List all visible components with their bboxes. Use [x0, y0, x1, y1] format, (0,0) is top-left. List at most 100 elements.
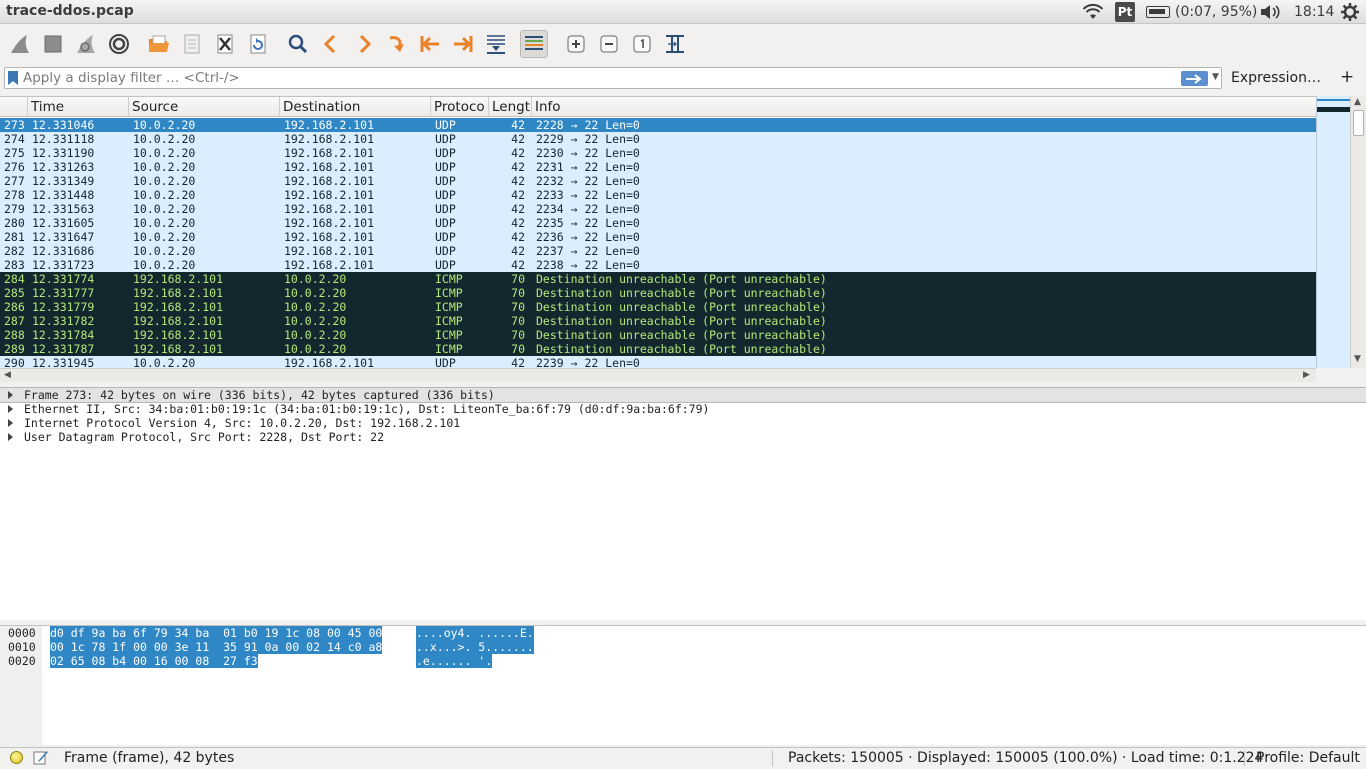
go-to-packet-icon[interactable] — [383, 30, 411, 58]
packet-row[interactable]: 289 12.331787 192.168.2.101 10.0.2.20 ICMP 70… — [0, 342, 1316, 356]
filter-bookmark-icon[interactable] — [8, 71, 18, 85]
column-header-no[interactable] — [0, 97, 28, 117]
status-selected-field: Frame (frame), 42 bytes — [64, 750, 235, 766]
first-packet-icon[interactable] — [416, 30, 444, 58]
restart-capture-icon[interactable] — [72, 30, 100, 58]
battery-text: (0:07, 95%) — [1175, 4, 1258, 20]
details-tree-item[interactable]: Ethernet II, Src: 34:ba:01:b0:19:1c (34:… — [0, 402, 1366, 416]
packet-details-pane[interactable]: Frame 273: 42 bytes on wire (336 bits), … — [0, 387, 1366, 620]
column-header-protocol[interactable]: Protoco — [431, 97, 489, 117]
open-file-folder-icon[interactable] — [145, 30, 173, 58]
bytes-hex[interactable]: d0 df 9a ba 6f 79 34 ba 01 b0 19 1c 08 0… — [50, 626, 383, 640]
packet-list-horizontal-scrollbar[interactable]: ◀ ▶ — [0, 368, 1316, 382]
packet-row[interactable]: 276 12.331263 10.0.2.20 192.168.2.101 UDP 42 2… — [0, 160, 1316, 174]
packet-cell-time: 12.331118 — [32, 132, 95, 146]
bytes-hex[interactable]: 00 1c 78 1f 00 00 3e 11 35 91 0a 00 02 1… — [50, 640, 383, 654]
expert-info-status-icon[interactable] — [10, 751, 23, 764]
column-header-info[interactable]: Info — [532, 97, 1316, 117]
details-tree-item[interactable]: Frame 273: 42 bytes on wire (336 bits), … — [0, 387, 1366, 403]
clock[interactable]: 18:14 — [1294, 0, 1334, 24]
packet-row[interactable]: 286 12.331779 192.168.2.101 10.0.2.20 ICMP 70… — [0, 300, 1316, 314]
start-capture-shark-fin-icon[interactable] — [6, 30, 34, 58]
stop-capture-icon[interactable] — [39, 30, 67, 58]
resize-columns-icon[interactable] — [661, 30, 689, 58]
column-header-source[interactable]: Source — [129, 97, 280, 117]
packet-cell-no: 285 — [4, 286, 25, 300]
find-packet-search-icon[interactable] — [284, 30, 312, 58]
packet-row[interactable]: 275 12.331190 10.0.2.20 192.168.2.101 UDP 42 2… — [0, 146, 1316, 160]
column-header-destination[interactable]: Destination — [280, 97, 431, 117]
details-tree-item[interactable]: User Datagram Protocol, Src Port: 2228, … — [0, 430, 1366, 444]
scroll-down-arrow-icon[interactable]: ▼ — [1354, 354, 1361, 364]
scroll-up-arrow-icon[interactable]: ▲ — [1354, 97, 1361, 107]
expand-triangle-icon[interactable] — [8, 405, 13, 413]
normal-size-icon[interactable] — [628, 30, 656, 58]
save-file-icon[interactable] — [178, 30, 206, 58]
expand-triangle-icon[interactable] — [8, 391, 13, 399]
packet-row[interactable]: 288 12.331784 192.168.2.101 10.0.2.20 ICMP 70… — [0, 328, 1316, 342]
close-file-icon[interactable] — [211, 30, 239, 58]
zoom-out-icon[interactable] — [595, 30, 623, 58]
packet-cell-no: 288 — [4, 328, 25, 342]
battery-indicator[interactable]: (0:07, 95%) — [1146, 0, 1257, 24]
packet-row[interactable]: 284 12.331774 192.168.2.101 10.0.2.20 ICMP 70… — [0, 272, 1316, 286]
expression-button[interactable]: Expression… — [1231, 70, 1321, 86]
packet-cell-info: 2235 → 22 Len=0 — [536, 216, 640, 230]
packet-cell-no: 274 — [4, 132, 25, 146]
packet-list-vertical-scrollbar[interactable]: ▲ ▼ — [1350, 96, 1366, 368]
add-filter-button[interactable]: + — [1340, 67, 1354, 87]
bytes-ascii[interactable]: ....oy4. ......E. — [416, 626, 534, 640]
packet-cell-dst: 192.168.2.101 — [284, 202, 375, 216]
packet-cell-dst: 10.0.2.20 — [284, 314, 347, 328]
packet-bytes-pane[interactable]: 0000 d0 df 9a ba 6f 79 34 ba 01 b0 19 1c … — [0, 625, 1366, 746]
packet-row[interactable]: 282 12.331686 10.0.2.20 192.168.2.101 UDP 42 2… — [0, 244, 1316, 258]
apply-filter-arrow-icon[interactable] — [1181, 71, 1208, 86]
auto-scroll-icon[interactable] — [482, 30, 510, 58]
details-tree-item[interactable]: Internet Protocol Version 4, Src: 10.0.2… — [0, 416, 1366, 430]
keyboard-layout-indicator[interactable]: Pt — [1115, 2, 1135, 22]
capture-comment-edit-icon[interactable] — [33, 749, 49, 765]
packet-minimap[interactable] — [1316, 96, 1351, 368]
column-header-length[interactable]: Lengt — [489, 97, 532, 117]
expand-triangle-icon[interactable] — [8, 433, 13, 441]
system-gear-icon[interactable] — [1341, 0, 1359, 24]
packet-row[interactable]: 280 12.331605 10.0.2.20 192.168.2.101 UDP 42 2… — [0, 216, 1316, 230]
packet-row[interactable]: 283 12.331723 10.0.2.20 192.168.2.101 UDP 42 2… — [0, 258, 1316, 272]
packet-cell-proto: ICMP — [435, 300, 463, 314]
filter-history-chevron-down-icon[interactable]: ▼ — [1212, 72, 1219, 82]
packet-row[interactable]: 285 12.331777 192.168.2.101 10.0.2.20 ICMP 70… — [0, 286, 1316, 300]
scroll-left-arrow-icon[interactable]: ◀ — [4, 370, 11, 380]
packet-list[interactable]: Time Source Destination Protoco Lengt In… — [0, 96, 1316, 368]
bytes-ascii[interactable]: ..x...>. 5....... — [416, 640, 534, 654]
wifi-icon[interactable] — [1082, 0, 1104, 24]
bytes-row: 0020 02 65 08 b4 00 16 00 08 27 f3 .e.....… — [0, 654, 1366, 668]
details-tree-label: Ethernet II, Src: 34:ba:01:b0:19:1c (34:… — [24, 402, 710, 416]
column-header-time[interactable]: Time — [28, 97, 129, 117]
packet-row[interactable]: 278 12.331448 10.0.2.20 192.168.2.101 UDP 42 2… — [0, 188, 1316, 202]
zoom-in-icon[interactable] — [562, 30, 590, 58]
go-back-arrow-icon[interactable] — [317, 30, 345, 58]
bytes-ascii[interactable]: .e...... '. — [416, 654, 493, 668]
packet-row[interactable]: 274 12.331118 10.0.2.20 192.168.2.101 UDP 42 2… — [0, 132, 1316, 146]
packet-cell-info: 2228 → 22 Len=0 — [536, 118, 640, 132]
vertical-scroll-thumb[interactable] — [1353, 110, 1364, 136]
details-tree-label: Internet Protocol Version 4, Src: 10.0.2… — [24, 416, 461, 430]
packet-row[interactable]: 287 12.331782 192.168.2.101 10.0.2.20 ICMP 70… — [0, 314, 1316, 328]
packet-row-selected[interactable]: 273 12.331046 10.0.2.20 192.168.2.101 UDP 42 2… — [0, 118, 1316, 132]
packet-row[interactable]: 290 12.331945 10.0.2.20 192.168.2.101 UDP 42 2… — [0, 356, 1316, 368]
bytes-hex[interactable]: 02 65 08 b4 00 16 00 08 27 f3 — [50, 654, 258, 668]
packet-row[interactable]: 279 12.331563 10.0.2.20 192.168.2.101 UDP 42 2… — [0, 202, 1316, 216]
packet-cell-proto: UDP — [435, 216, 456, 230]
packet-row[interactable]: 277 12.331349 10.0.2.20 192.168.2.101 UDP 42 2… — [0, 174, 1316, 188]
status-profile[interactable]: Profile: Default — [1256, 750, 1360, 766]
colorize-packet-list-icon[interactable] — [520, 30, 548, 58]
packet-row[interactable]: 281 12.331647 10.0.2.20 192.168.2.101 UDP 42 2… — [0, 230, 1316, 244]
display-filter-input[interactable] — [23, 69, 1173, 87]
capture-options-gear-icon[interactable] — [105, 30, 133, 58]
volume-icon[interactable] — [1259, 0, 1281, 24]
reload-file-icon[interactable] — [244, 30, 272, 58]
go-forward-arrow-icon[interactable] — [350, 30, 378, 58]
last-packet-icon[interactable] — [449, 30, 477, 58]
expand-triangle-icon[interactable] — [8, 419, 13, 427]
scroll-right-arrow-icon[interactable]: ▶ — [1303, 370, 1310, 380]
